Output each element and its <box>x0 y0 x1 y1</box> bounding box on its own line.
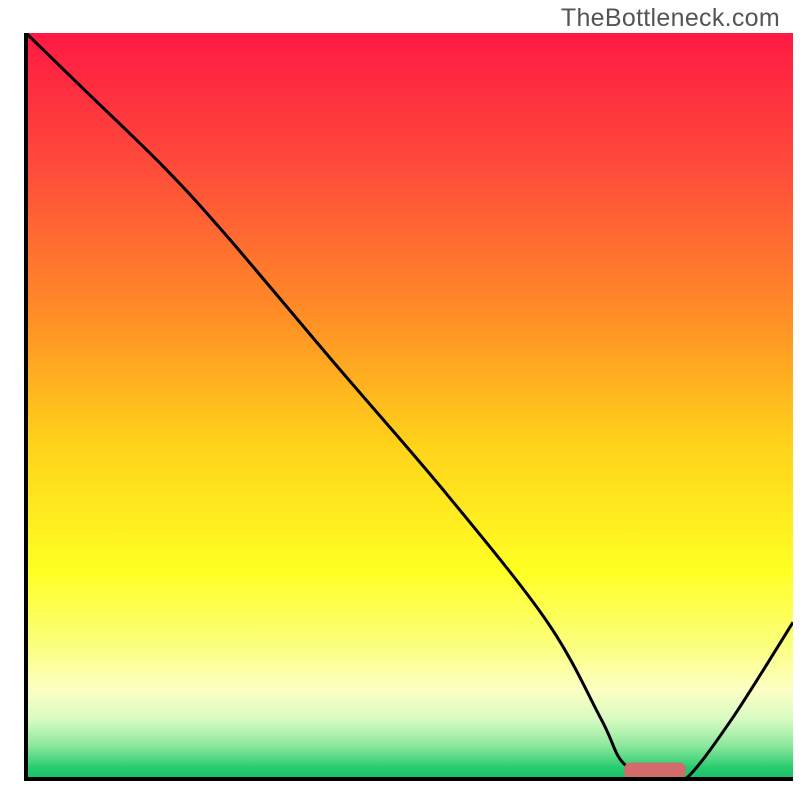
optimal-marker <box>624 763 685 779</box>
bottleneck-plot <box>0 0 800 800</box>
